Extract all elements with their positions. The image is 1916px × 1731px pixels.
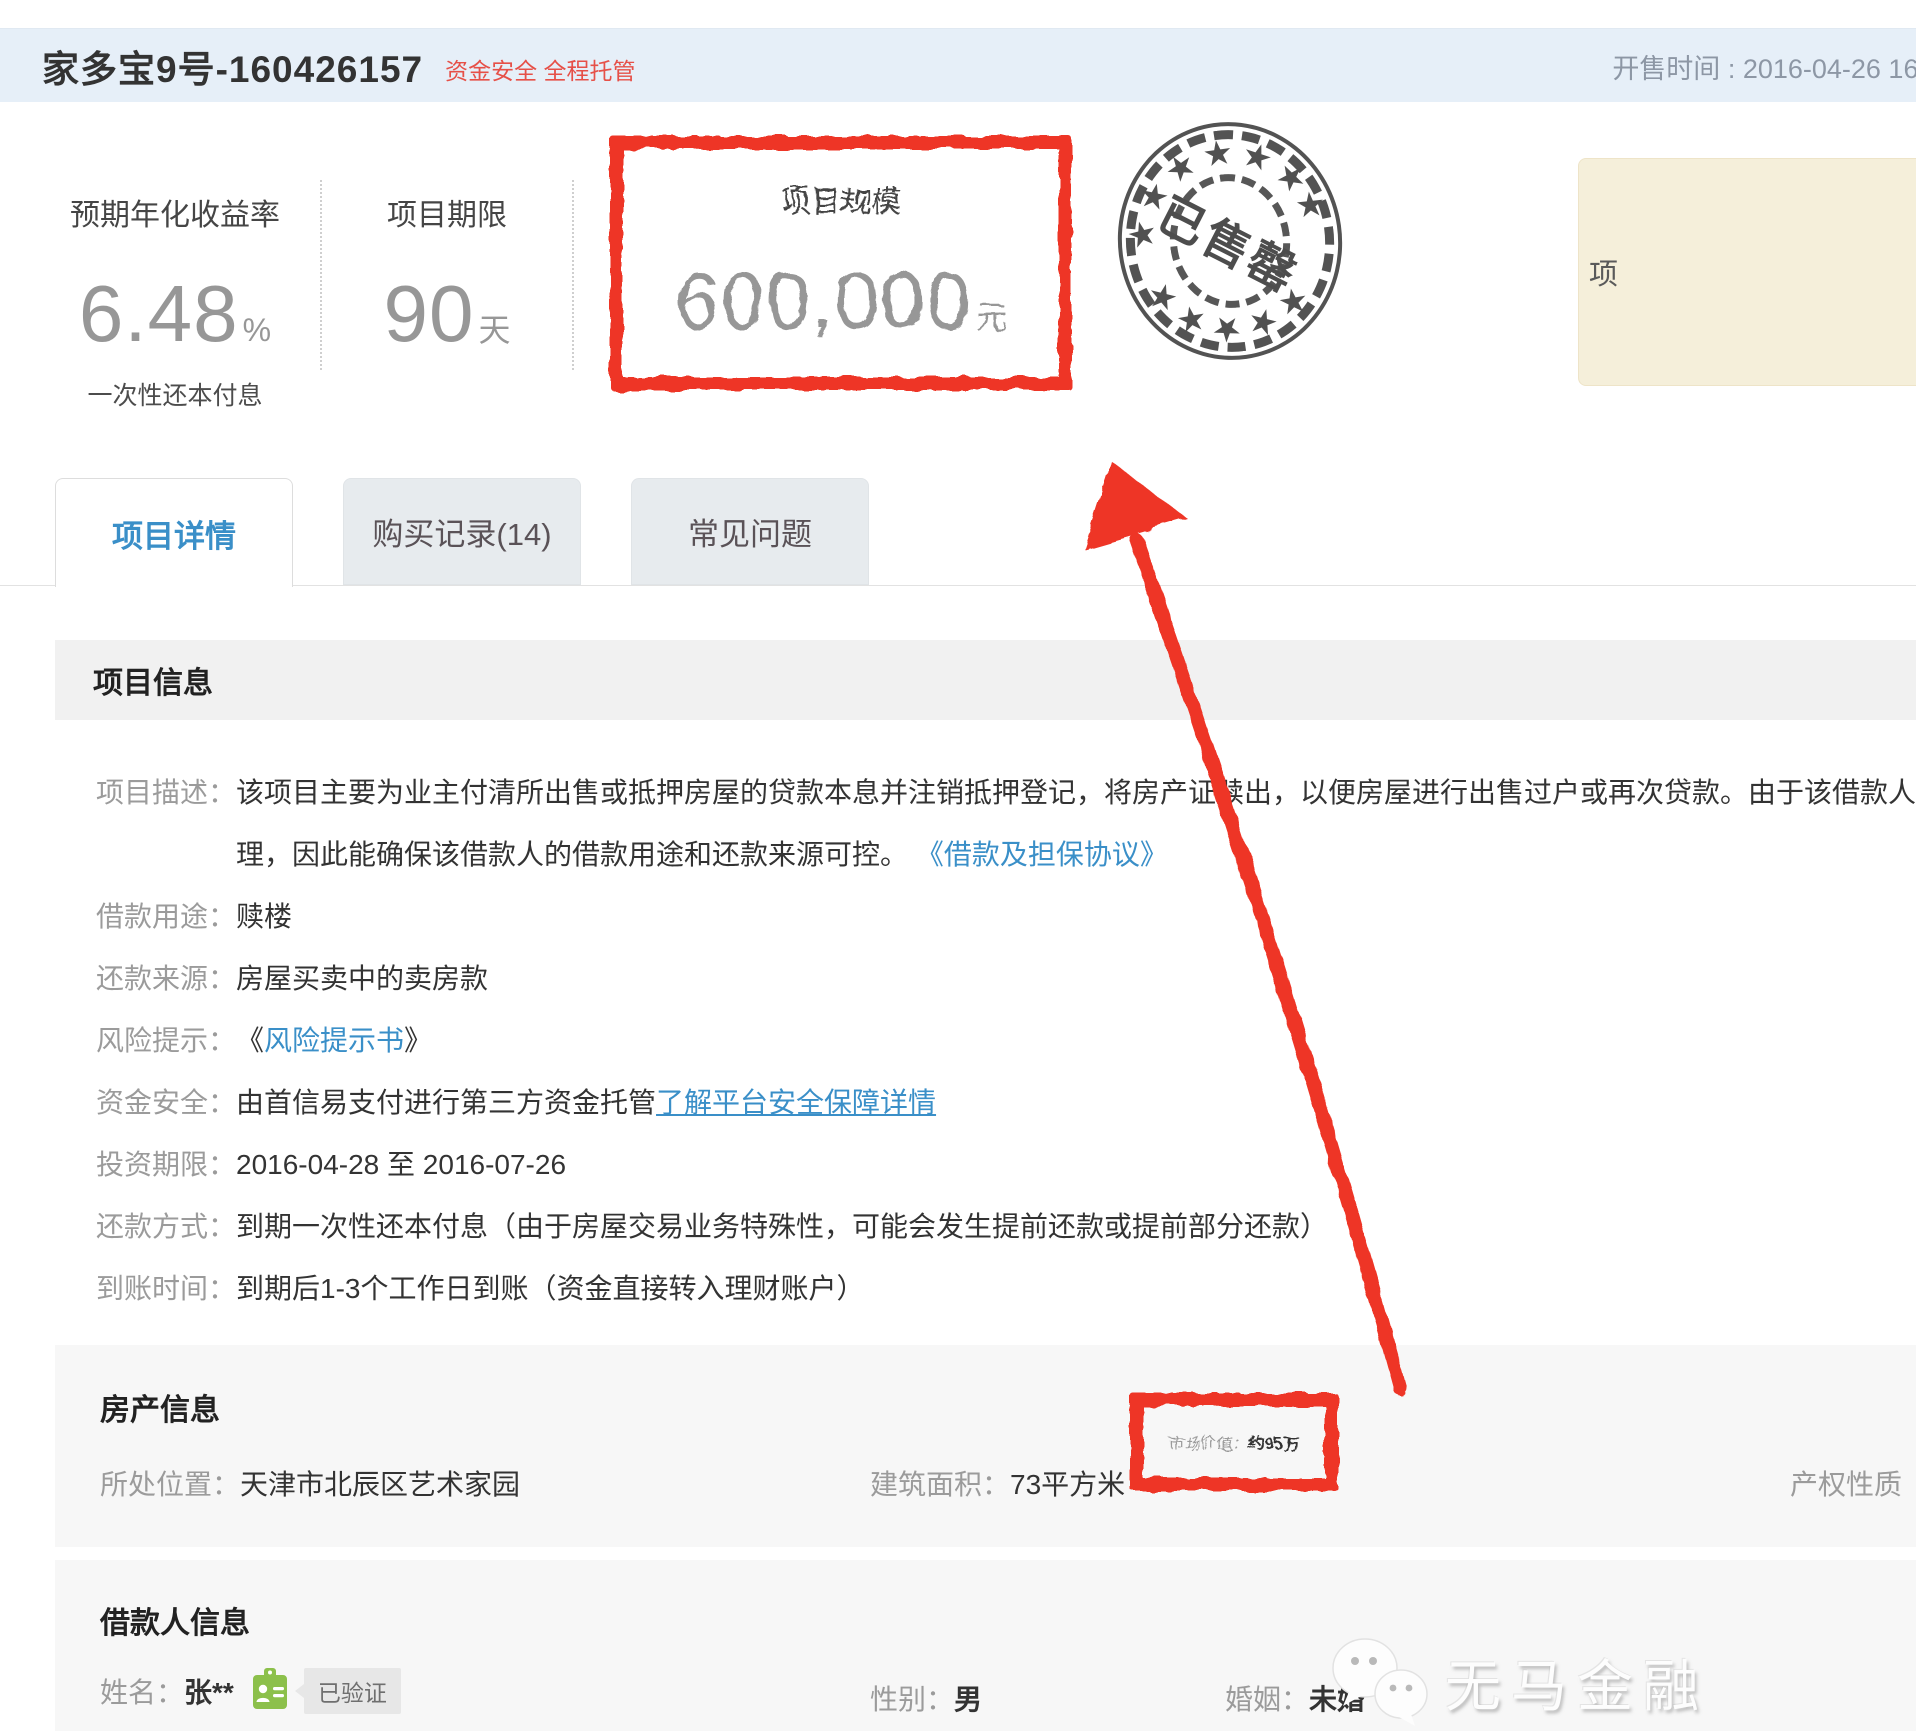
project-scale-highlight-box: 项目规模 600,000 元 [610,136,1072,390]
market-value-highlight-box: 市场价值：约95万 [1130,1393,1338,1491]
fund-safety-label: 资金安全： [96,1072,236,1134]
stats-row: 预期年化收益率 6.48 % 一次性还本付息 项目期限 90 天 项目规模 60… [30,152,1072,412]
stamp-star-icon: ★ [1280,167,1302,188]
sold-out-stamp: ★★★★★★★★★★★★ 已售罄 [1103,108,1358,375]
field-location: 所处位置：天津市北辰区艺术家园 [100,1463,520,1503]
field-repayment-method: 还款方式： 到期一次性还本付息（由于房屋交易业务特殊性，可能会发生提前还款或提前… [96,1196,1916,1258]
investment-period-label: 投资期限： [96,1134,236,1196]
stamp-star-icon: ★ [1178,313,1205,326]
borrower-info-panel: 借款人信息 姓名：张** 已验证 性别：男 婚姻：未婚 [55,1560,1916,1731]
loan-purpose-label: 借款用途： [96,886,236,948]
tab-project-detail[interactable]: 项目详情 [55,478,293,587]
scale-value: 600,000 [675,255,971,347]
field-fund-safety: 资金安全： 由首信易支付进行第三方资金托管 了解平台安全保障详情 [96,1072,1916,1134]
stat-divider [572,180,574,370]
project-info-section-header: 项目信息 [55,640,1916,720]
stamp-star-icon: ★ [1203,152,1233,156]
yield-label: 预期年化收益率 [70,190,280,234]
header-bar: 家多宝9号-160426157 资金安全 全程托管 开售时间 : 2016-04… [0,28,1916,102]
loan-guarantee-agreement-link[interactable]: 《借款及担保协议》 [916,839,1168,870]
stat-duration: 项目期限 90 天 [322,152,572,360]
yield-value: 6.48 [79,268,239,360]
sale-time: 开售时间 : 2016-04-26 16:50 [1612,29,1916,103]
building-area-value: 73平方米 [1010,1469,1125,1500]
tab-bar: 项目详情 购买记录(14) 常见问题 [55,478,919,587]
stamp-star-icon: ★ [1153,286,1173,309]
property-info-panel: 房产信息 所处位置：天津市北辰区艺术家园 建筑面积：73平方米 市场价值：约95… [55,1345,1916,1547]
property-info-title: 房产信息 [100,1385,220,1429]
stamp-star-icon: ★ [1249,317,1277,328]
yield-note: 一次性还本付息 [87,376,262,412]
scale-label: 项目规模 [781,177,901,221]
gender-value: 男 [954,1684,982,1715]
watermark-text: 无马金融 [1445,1642,1709,1723]
side-panel-tab[interactable]: 项 [1578,158,1916,386]
stamp-star-icon: ★ [1304,191,1316,219]
project-info-title: 项目信息 [93,658,213,702]
field-arrival-time: 到账时间： 到期后1-3个工作日到账（资金直接转入理财账户） [96,1258,1916,1320]
verified-badge: 已验证 [304,1668,401,1714]
stamp-star-icon: ★ [1168,160,1193,177]
field-repayment-source: 还款来源： 房屋买卖中的卖房款 [96,948,1916,1010]
arrival-time-label: 到账时间： [96,1258,236,1320]
field-project-description: 项目描述： 该项目主要为业主付清所出售或抵押房屋的贷款本息并注销抵押登记，将房产… [96,762,1916,886]
field-risk-notice: 风险提示： 《风险提示书》 [96,1010,1916,1072]
risk-notice-link[interactable]: 风险提示书 [264,1025,404,1056]
location-value: 天津市北辰区艺术家园 [240,1469,520,1500]
duration-label: 项目期限 [387,190,507,234]
project-info-fields: 项目描述： 该项目主要为业主付清所出售或抵押房屋的贷款本息并注销抵押登记，将房产… [96,762,1916,1320]
stamp-star-icon: ★ [1243,153,1272,162]
loan-purpose-value: 赎楼 [236,886,292,948]
investment-period-value: 2016-04-28 至 2016-07-26 [236,1134,566,1196]
field-borrower-name: 姓名：张** 已验证 [100,1668,401,1714]
field-building-area: 建筑面积：73平方米 [870,1463,1125,1503]
duration-value: 90 [384,268,475,360]
stat-expected-yield: 预期年化收益率 6.48 % 一次性还本付息 [30,152,320,412]
description-label: 项目描述： [96,762,236,886]
description-line1: 该项目主要为业主付清所出售或抵押房屋的贷款本息并注销抵押登记，将房产证赎出，以便… [236,762,1916,824]
side-panel-tab-label: 项 [1589,251,1618,293]
stamp-star-icon: ★ [1141,220,1143,250]
borrower-name-value: 张** [184,1671,234,1711]
stamp-star-icon: ★ [1212,328,1242,329]
tab-purchase-records[interactable]: 购买记录(14) [343,478,581,585]
safety-tags: 资金安全 全程托管 [445,46,635,86]
repayment-method-label: 还款方式： [96,1196,236,1258]
risk-notice-label: 风险提示： [96,1010,236,1072]
field-gender: 性别：男 [870,1678,982,1718]
field-loan-purpose: 借款用途： 赎楼 [96,886,1916,948]
yield-unit: % [243,312,271,349]
arrival-time-value: 到期后1-3个工作日到账（资金直接转入理财账户） [236,1258,864,1320]
wechat-icon [1327,1632,1435,1731]
watermark: 无马金融 [1327,1632,1709,1731]
repayment-source-label: 还款来源： [96,948,236,1010]
scale-unit: 元 [975,292,1007,338]
borrower-info-title: 借款人信息 [100,1598,250,1642]
repayment-source-value: 房屋买卖中的卖房款 [236,948,488,1010]
description-line2: 理，因此能确保该借款人的借款用途和还款来源可控。 《借款及担保协议》 [236,824,1916,886]
stamp-star-icon: ★ [1146,184,1161,210]
field-investment-period: 投资期限： 2016-04-28 至 2016-07-26 [96,1134,1916,1196]
field-ownership: 产权性质 [1790,1463,1902,1503]
market-value-value: 约95万 [1249,1436,1299,1453]
platform-safety-link[interactable]: 了解平台安全保障详情 [656,1072,936,1134]
page-title: 家多宝9号-160426157 [42,39,423,93]
product-page: 家多宝9号-160426157 资金安全 全程托管 开售时间 : 2016-04… [0,0,1916,1731]
repayment-method-value: 到期一次性还本付息（由于房屋交易业务特殊性，可能会发生提前还款或提前部分还款） [236,1196,1328,1258]
tab-faq[interactable]: 常见问题 [631,478,869,585]
id-card-icon [252,1668,288,1710]
duration-unit: 天 [478,305,510,351]
